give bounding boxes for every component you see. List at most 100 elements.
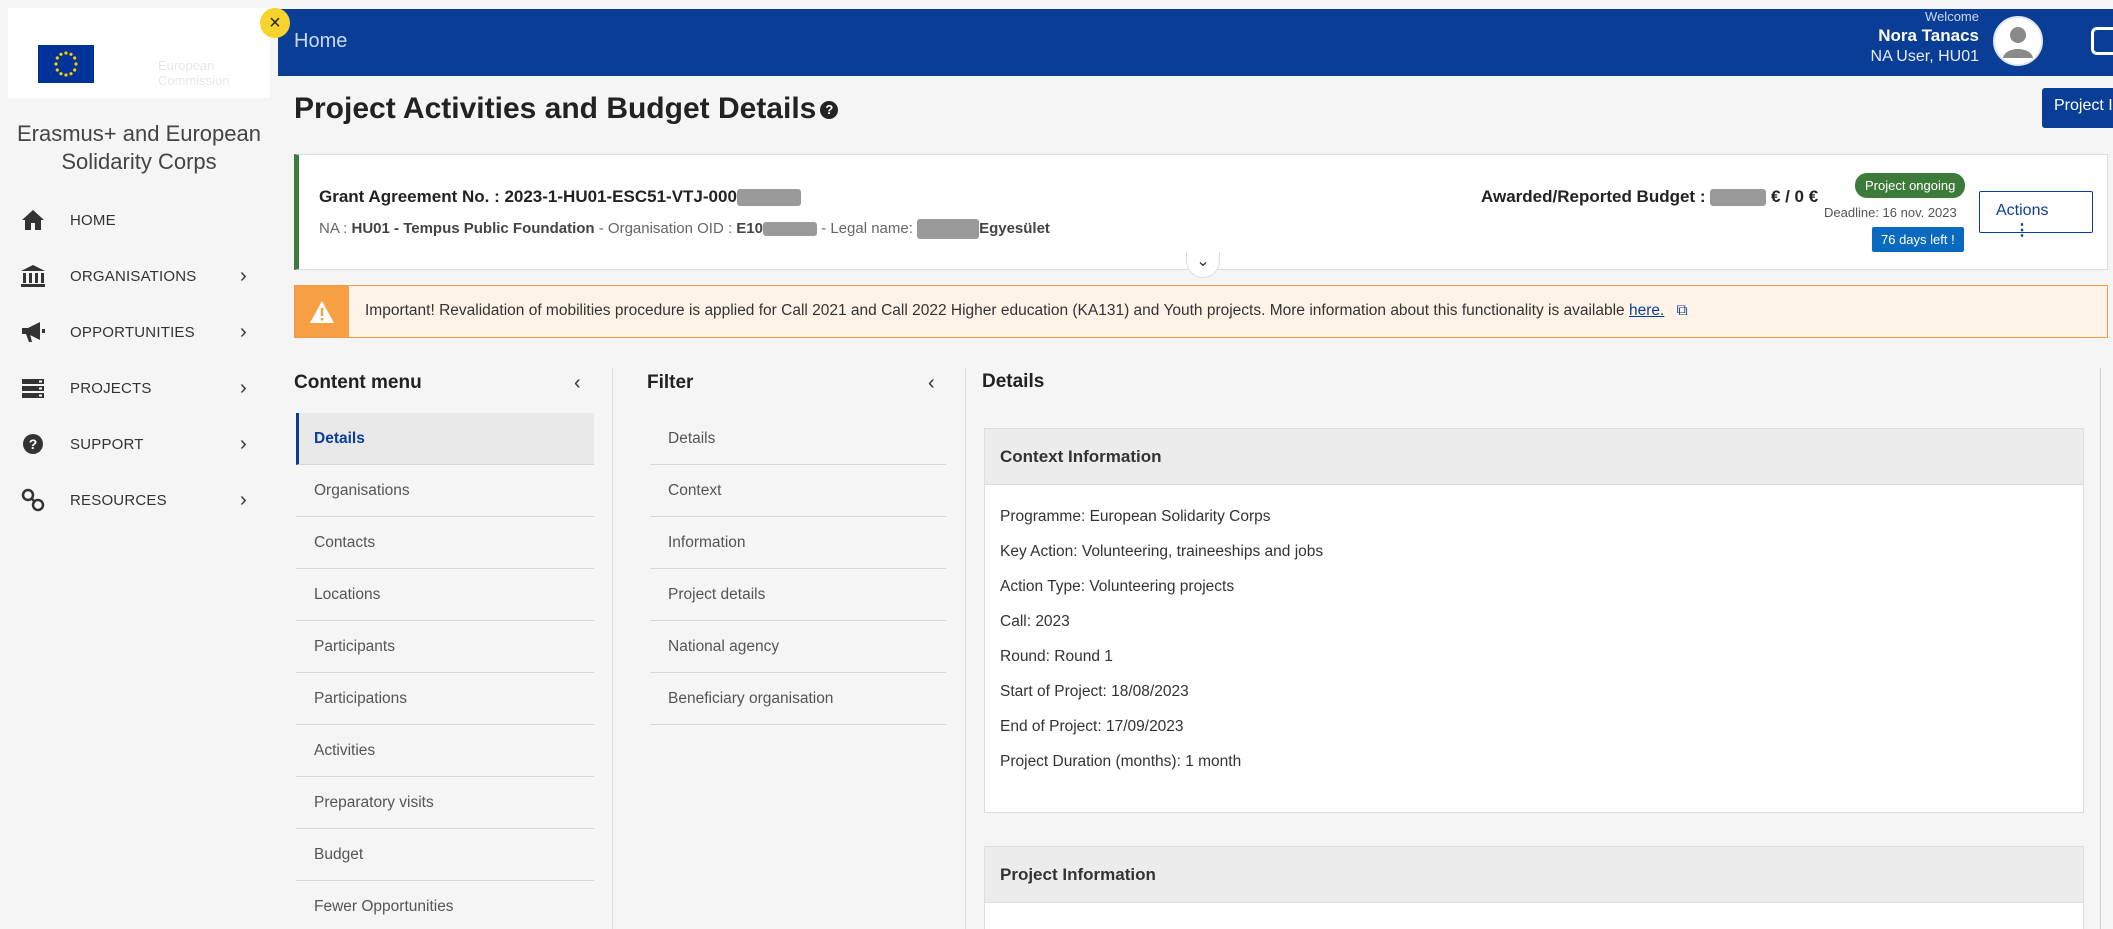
breadcrumb-home[interactable]: Home [294, 30, 347, 53]
projects-icon [20, 375, 46, 401]
legal-name-label: - Legal name: [817, 219, 918, 237]
context-end: End of Project: 17/09/2023 [1000, 718, 1184, 735]
filter-item-context[interactable]: Context [650, 465, 946, 517]
user-info: Welcome Nora Tanacs NA User, HU01 [1871, 9, 1979, 66]
pane-divider [965, 368, 966, 929]
user-name: Nora Tanacs [1878, 26, 1979, 45]
home-icon [20, 207, 46, 233]
svg-text:?: ? [29, 436, 38, 452]
link-icon [20, 487, 46, 513]
eu-flag-icon [38, 45, 94, 83]
kebab-icon: ⋮ [2014, 222, 2030, 239]
alert-message: Important! Revalidation of mobilities pr… [365, 302, 1629, 319]
content-menu-item-fewer-opportunities[interactable]: Fewer Opportunities [296, 881, 594, 929]
sidebar-item-label: PROJECTS [70, 379, 152, 397]
redacted-mask [736, 189, 801, 207]
context-information-body: Programme: European Solidarity Corps Key… [985, 485, 2083, 787]
content-menu-list: Details Organisations Contacts Locations… [296, 413, 594, 929]
status-badge: Project ongoing [1855, 173, 1966, 198]
sidebar-nav: HOME ORGANISATIONS › OPPORTUNITIES › PRO… [0, 192, 278, 528]
chevron-down-icon[interactable]: ⌄ [1186, 252, 1220, 278]
context-round: Round: Round 1 [1000, 648, 1113, 665]
help-icon[interactable]: ? [820, 101, 839, 120]
oid-label: - Organisation OID : [594, 219, 737, 237]
logo-area: European Commission [8, 8, 270, 98]
context-call: Call: 2023 [1000, 613, 1070, 630]
filter-item-details[interactable]: Details [650, 413, 946, 465]
content-menu-item-organisations[interactable]: Organisations [296, 465, 594, 517]
content-menu-item-participations[interactable]: Participations [296, 673, 594, 725]
context-information-header: Context Information [985, 429, 2083, 485]
question-icon: ? [20, 431, 46, 457]
days-left-badge: 76 days left ! [1872, 227, 1964, 252]
sidebar-item-projects[interactable]: PROJECTS › [0, 360, 278, 416]
revalidation-alert: Important! Revalidation of mobilities pr… [294, 285, 2108, 338]
na-value: HU01 - Tempus Public Foundation [351, 219, 595, 237]
filter-item-national-agency[interactable]: National agency [650, 621, 946, 673]
budget-values: € / 0 € [1770, 187, 1819, 206]
sidebar-item-opportunities[interactable]: OPPORTUNITIES › [0, 304, 278, 360]
eu-commission-text: European Commission [158, 58, 230, 88]
chevron-right-icon: › [240, 320, 247, 343]
oid-value: E10 [736, 219, 763, 237]
sidebar-item-label: OPPORTUNITIES [70, 323, 195, 341]
grant-number-text: Grant Agreement No. : 2023-1-HU01-ESC51-… [319, 187, 737, 206]
sidebar-item-organisations[interactable]: ORGANISATIONS › [0, 248, 278, 304]
brand-title: Erasmus+ and European Solidarity Corps [17, 121, 261, 174]
content-menu-item-details[interactable]: Details [296, 413, 594, 465]
project-button[interactable]: Project I [2042, 88, 2113, 128]
budget-label: Awarded/Reported Budget : [1481, 187, 1711, 206]
sidebar-item-label: ORGANISATIONS [70, 267, 197, 285]
context-action-type: Action Type: Volunteering projects [1000, 578, 1235, 595]
close-sidebar-button[interactable]: × [260, 8, 290, 38]
content-menu-item-activities[interactable]: Activities [296, 725, 594, 777]
alert-text: Important! Revalidation of mobilities pr… [365, 302, 1688, 320]
grant-number: Grant Agreement No. : 2023-1-HU01-ESC51-… [319, 187, 801, 207]
alert-link[interactable]: here. [1629, 302, 1664, 319]
chevron-left-icon[interactable]: ‹ [574, 372, 581, 395]
sidebar-item-home[interactable]: HOME [0, 192, 278, 248]
filter-item-project-details[interactable]: Project details [650, 569, 946, 621]
page-title-text: Project Activities and Budget Details [294, 92, 817, 125]
context-key-action: Key Action: Volunteering, traineeships a… [1000, 543, 1324, 560]
content-menu-item-participants[interactable]: Participants [296, 621, 594, 673]
user-role: NA User, HU01 [1870, 48, 1979, 65]
avatar[interactable] [1993, 16, 2043, 66]
chevron-right-icon: › [240, 432, 247, 455]
context-programme: Programme: European Solidarity Corps [1000, 508, 1271, 525]
context-information-card: Context Information Programme: European … [984, 428, 2084, 813]
context-duration: Project Duration (months): 1 month [1000, 753, 1242, 770]
project-information-header: Project Information [985, 847, 2083, 903]
redacted-mask [1710, 189, 1767, 207]
actions-label: Actions [1996, 202, 2049, 219]
project-information-card: Project Information [984, 846, 2084, 929]
page-title: Project Activities and Budget Details? [294, 92, 839, 126]
content-menu-item-budget[interactable]: Budget [296, 829, 594, 881]
content-menu-item-locations[interactable]: Locations [296, 569, 594, 621]
chevron-left-icon[interactable]: ‹ [928, 372, 935, 395]
content-menu-item-contacts[interactable]: Contacts [296, 517, 594, 569]
filter-title: Filter [647, 372, 694, 393]
pane-divider [612, 368, 613, 929]
redacted-mask [917, 219, 980, 239]
bank-icon [20, 263, 46, 289]
content-menu-item-preparatory-visits[interactable]: Preparatory visits [296, 777, 594, 829]
top-bar: Home Welcome Nora Tanacs NA User, HU01 [278, 9, 2113, 76]
awarded-budget: Awarded/Reported Budget : € / 0 € [1481, 187, 1818, 207]
sidebar-item-support[interactable]: ? SUPPORT › [0, 416, 278, 472]
actions-button[interactable]: Actions ⋮ [1979, 191, 2093, 239]
welcome-label: Welcome [1925, 9, 1979, 24]
sidebar: European Commission × Erasmus+ and Europ… [0, 0, 290, 929]
details-title: Details [982, 371, 1045, 392]
chevron-right-icon: › [240, 488, 247, 511]
megaphone-icon [20, 319, 46, 345]
sidebar-item-resources[interactable]: RESOURCES › [0, 472, 278, 528]
chevron-right-icon: › [240, 376, 247, 399]
chat-icon[interactable] [2091, 27, 2113, 55]
filter-item-beneficiary-organisation[interactable]: Beneficiary organisation [650, 673, 946, 725]
sidebar-item-label: SUPPORT [70, 435, 144, 453]
filter-item-information[interactable]: Information [650, 517, 946, 569]
scrollbar[interactable] [2100, 368, 2101, 929]
external-link-icon: ⧉ [1676, 302, 1688, 319]
sidebar-item-label: RESOURCES [70, 491, 167, 509]
